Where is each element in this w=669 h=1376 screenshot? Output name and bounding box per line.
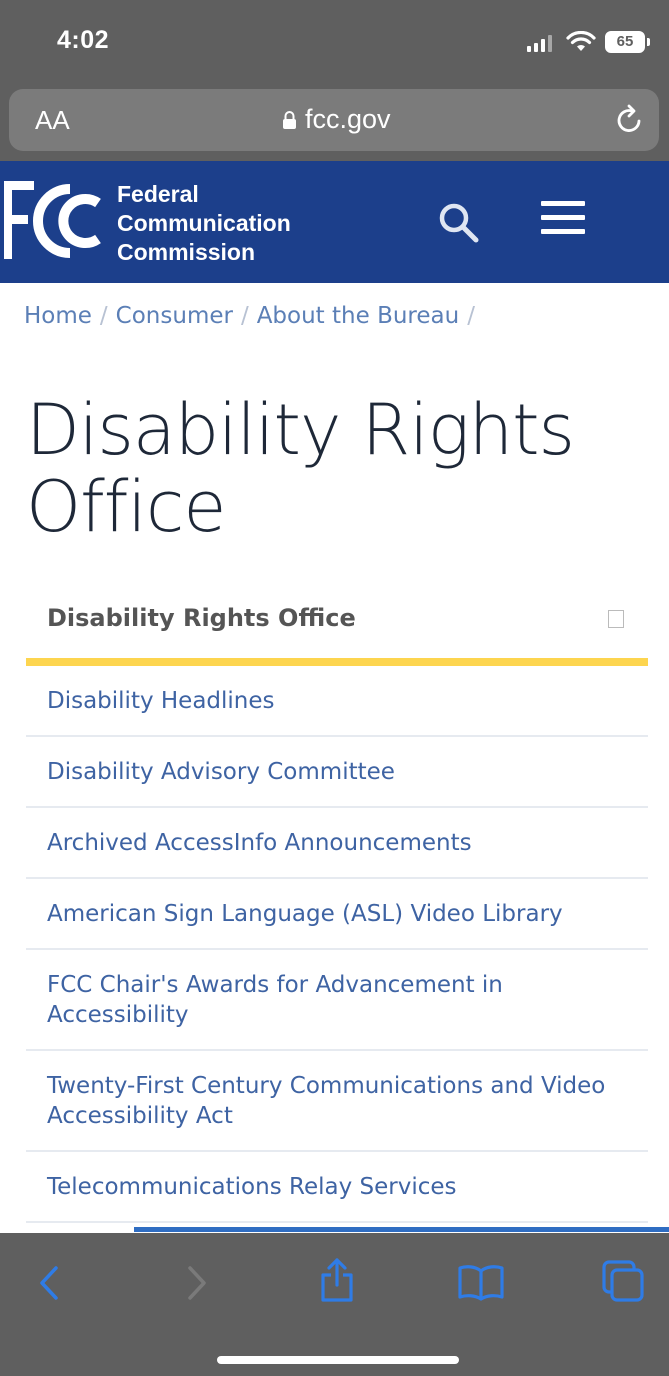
fcc-logo[interactable] bbox=[0, 175, 110, 267]
back-icon[interactable] bbox=[36, 1263, 62, 1303]
nav-item-disability-headlines[interactable]: Disability Headlines bbox=[26, 666, 648, 737]
battery-icon: 65 bbox=[605, 31, 645, 53]
forward-icon[interactable] bbox=[184, 1263, 210, 1303]
nav-item-archived-accessinfo-announcements[interactable]: Archived AccessInfo Announcements bbox=[26, 808, 648, 879]
battery-level: 65 bbox=[616, 33, 634, 50]
text-size-button[interactable]: AA bbox=[35, 105, 70, 136]
site-name[interactable]: Federal Communication Commission bbox=[117, 180, 291, 267]
home-indicator[interactable] bbox=[217, 1356, 459, 1364]
nav-item-cvaa[interactable]: Twenty-First Century Communications and … bbox=[26, 1051, 648, 1152]
page-accent-strip bbox=[134, 1227, 669, 1232]
nav-item-telecommunications-relay-services[interactable]: Telecommunications Relay Services bbox=[26, 1152, 648, 1223]
site-name-line3: Commission bbox=[117, 239, 256, 265]
nav-item-asl-video-library[interactable]: American Sign Language (ASL) Video Libra… bbox=[26, 879, 648, 950]
tabs-icon[interactable] bbox=[602, 1260, 644, 1302]
cellular-signal-icon bbox=[527, 34, 553, 52]
page-title: Disability Rights Office bbox=[26, 392, 646, 546]
side-nav-list: Disability Headlines Disability Advisory… bbox=[26, 666, 648, 1223]
url-text: fcc.gov bbox=[305, 104, 391, 134]
breadcrumb: Home / Consumer / About the Bureau / bbox=[24, 303, 483, 329]
expand-toggle-icon[interactable] bbox=[608, 610, 624, 628]
reload-icon[interactable] bbox=[615, 103, 645, 135]
page-title-line2: Office bbox=[26, 466, 226, 548]
status-time: 4:02 bbox=[57, 26, 110, 54]
breadcrumb-home[interactable]: Home bbox=[24, 303, 92, 329]
battery-nub bbox=[647, 38, 650, 46]
menu-icon[interactable] bbox=[541, 201, 585, 235]
search-icon[interactable] bbox=[437, 201, 479, 243]
site-name-line2: Communication bbox=[117, 210, 291, 236]
lock-icon bbox=[283, 110, 296, 129]
text-size-label: AA bbox=[35, 105, 70, 135]
wifi-icon bbox=[566, 31, 596, 51]
breadcrumb-separator: / bbox=[99, 303, 108, 329]
site-header: Federal Communication Commission bbox=[0, 161, 669, 283]
breadcrumb-about-the-bureau[interactable]: About the Bureau bbox=[257, 303, 460, 329]
browser-top-bar: 4:02 65 AA fcc.gov bbox=[0, 0, 669, 161]
breadcrumb-separator: / bbox=[467, 303, 475, 329]
address-bar[interactable]: AA fcc.gov bbox=[9, 89, 659, 151]
side-nav-heading: Disability Rights Office bbox=[47, 604, 356, 632]
nav-item-chairs-awards[interactable]: FCC Chair's Awards for Advancement in Ac… bbox=[26, 950, 648, 1051]
site-name-line1: Federal bbox=[117, 181, 199, 207]
share-icon[interactable] bbox=[318, 1257, 356, 1303]
browser-bottom-toolbar bbox=[0, 1233, 669, 1376]
nav-item-disability-advisory-committee[interactable]: Disability Advisory Committee bbox=[26, 737, 648, 808]
side-nav-header[interactable]: Disability Rights Office bbox=[26, 590, 648, 666]
breadcrumb-consumer[interactable]: Consumer bbox=[116, 303, 233, 329]
page-title-line1: Disability Rights bbox=[26, 389, 575, 471]
breadcrumb-separator: / bbox=[240, 303, 249, 329]
url-display[interactable]: fcc.gov bbox=[282, 104, 391, 135]
bookmarks-icon[interactable] bbox=[457, 1263, 505, 1301]
